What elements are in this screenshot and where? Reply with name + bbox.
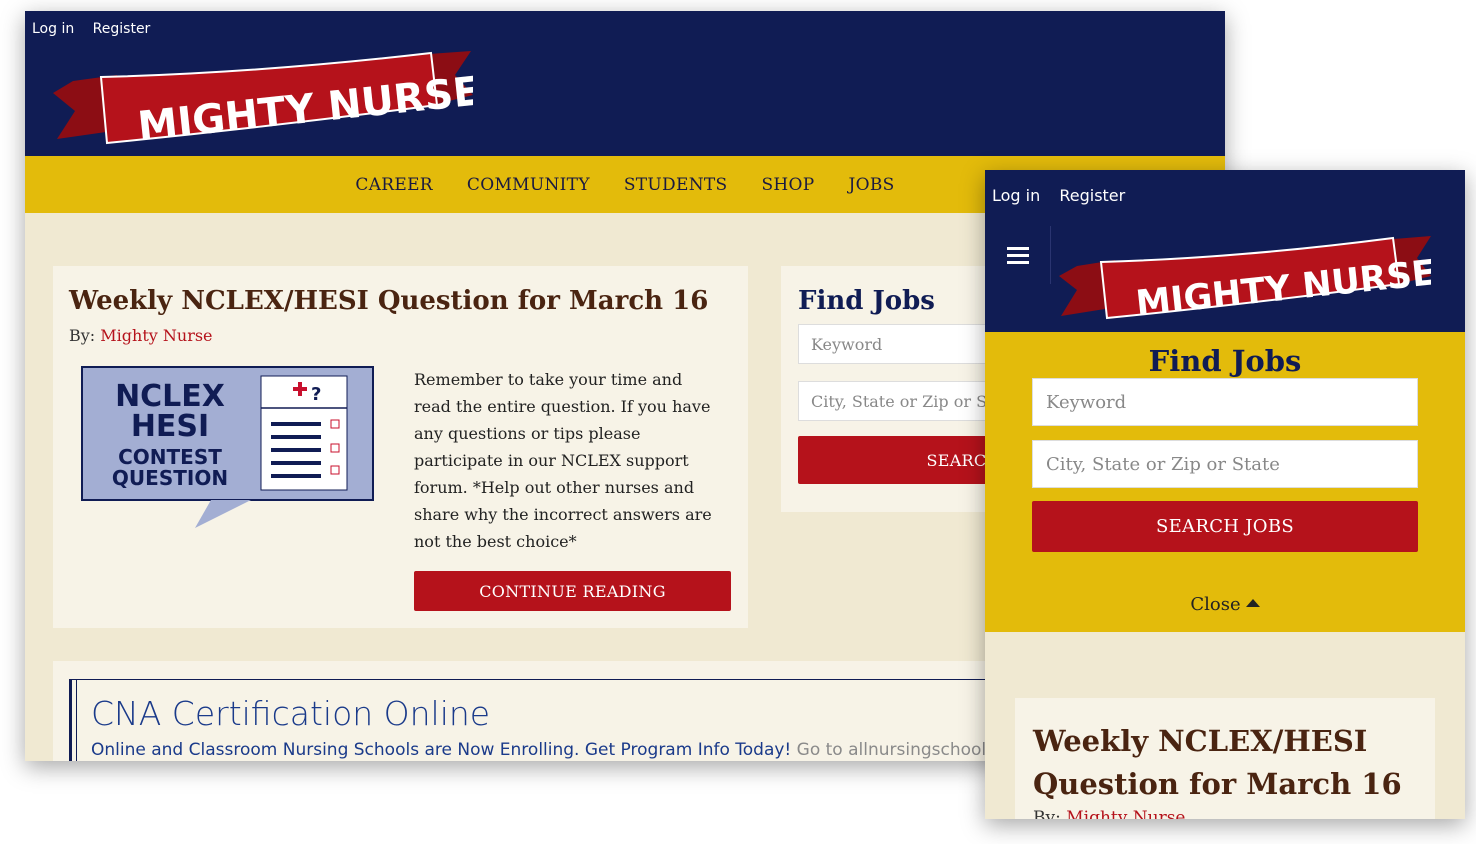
article-byline: By: Mighty Nurse: [69, 326, 213, 345]
article-thumbnail[interactable]: NCLEX HESI CONTEST QUESTION ?: [81, 366, 376, 535]
mobile-find-jobs-title: Find Jobs: [1148, 344, 1302, 378]
mobile-article-title[interactable]: Weekly NCLEX/HESI Question for March 16: [1033, 720, 1413, 806]
ad-title[interactable]: CNA Certification Online: [91, 694, 490, 733]
nav-shop[interactable]: SHOP: [761, 175, 814, 195]
caret-up-icon: [1245, 599, 1260, 607]
mobile-article-card: Weekly NCLEX/HESI Question for March 16 …: [1015, 698, 1435, 819]
auth-links: Log in Register: [32, 21, 164, 37]
svg-text:?: ?: [311, 384, 321, 405]
article-title[interactable]: Weekly NCLEX/HESI Question for March 16: [69, 286, 708, 316]
thumbnail-line-4: QUESTION: [112, 466, 228, 490]
mobile-register-link[interactable]: Register: [1059, 186, 1125, 205]
site-logo[interactable]: MIGHTY NURSE: [53, 51, 483, 155]
mobile-author-link[interactable]: Mighty Nurse: [1066, 808, 1185, 819]
mobile-search-jobs-button[interactable]: SEARCH JOBS: [1032, 501, 1418, 552]
article-excerpt: Remember to take your time and read the …: [414, 370, 712, 551]
clipboard-icon: ?: [260, 375, 348, 491]
byline-label: By:: [69, 326, 96, 345]
thumbnail-line-2: HESI: [131, 409, 209, 444]
nav-jobs[interactable]: JOBS: [849, 175, 895, 195]
nav-community[interactable]: COMMUNITY: [467, 175, 590, 195]
site-header: Log in Register MIGHTY NURSE: [25, 11, 1225, 156]
mobile-auth-bar: Log in Register: [985, 170, 1465, 226]
nav-students[interactable]: STUDENTS: [624, 175, 728, 195]
mobile-keyword-input[interactable]: Keyword: [1032, 378, 1418, 426]
author-link[interactable]: Mighty Nurse: [100, 326, 212, 345]
register-link[interactable]: Register: [93, 21, 151, 37]
nav-career[interactable]: CAREER: [355, 175, 433, 195]
mobile-header: MIGHTY NURSE: [985, 226, 1465, 332]
mobile-location-input[interactable]: City, State or Zip or State: [1032, 440, 1418, 488]
close-jobs-panel-button[interactable]: Close: [985, 594, 1465, 615]
mobile-auth-links: Log in Register: [992, 186, 1139, 205]
hamburger-icon: [1006, 247, 1029, 264]
ad-text: Online and Classroom Nursing Schools are…: [91, 740, 1037, 760]
hamburger-menu-button[interactable]: [985, 226, 1051, 284]
find-jobs-title: Find Jobs: [798, 286, 935, 316]
ad-description: Online and Classroom Nursing Schools are…: [91, 740, 792, 760]
mobile-byline-label: By:: [1033, 808, 1061, 819]
mobile-article-byline: By: Mighty Nurse: [1033, 808, 1185, 819]
mobile-login-link[interactable]: Log in: [992, 186, 1040, 205]
article-card: Weekly NCLEX/HESI Question for March 16 …: [53, 266, 748, 628]
login-link[interactable]: Log in: [32, 21, 74, 37]
close-label: Close: [1190, 594, 1241, 615]
mobile-site-logo[interactable]: MIGHTY NURSE: [1059, 234, 1438, 330]
continue-reading-button[interactable]: CONTINUE READING: [414, 571, 731, 611]
mobile-view: Log in Register MIGHTY NURSE Find Jobs K…: [985, 170, 1465, 819]
